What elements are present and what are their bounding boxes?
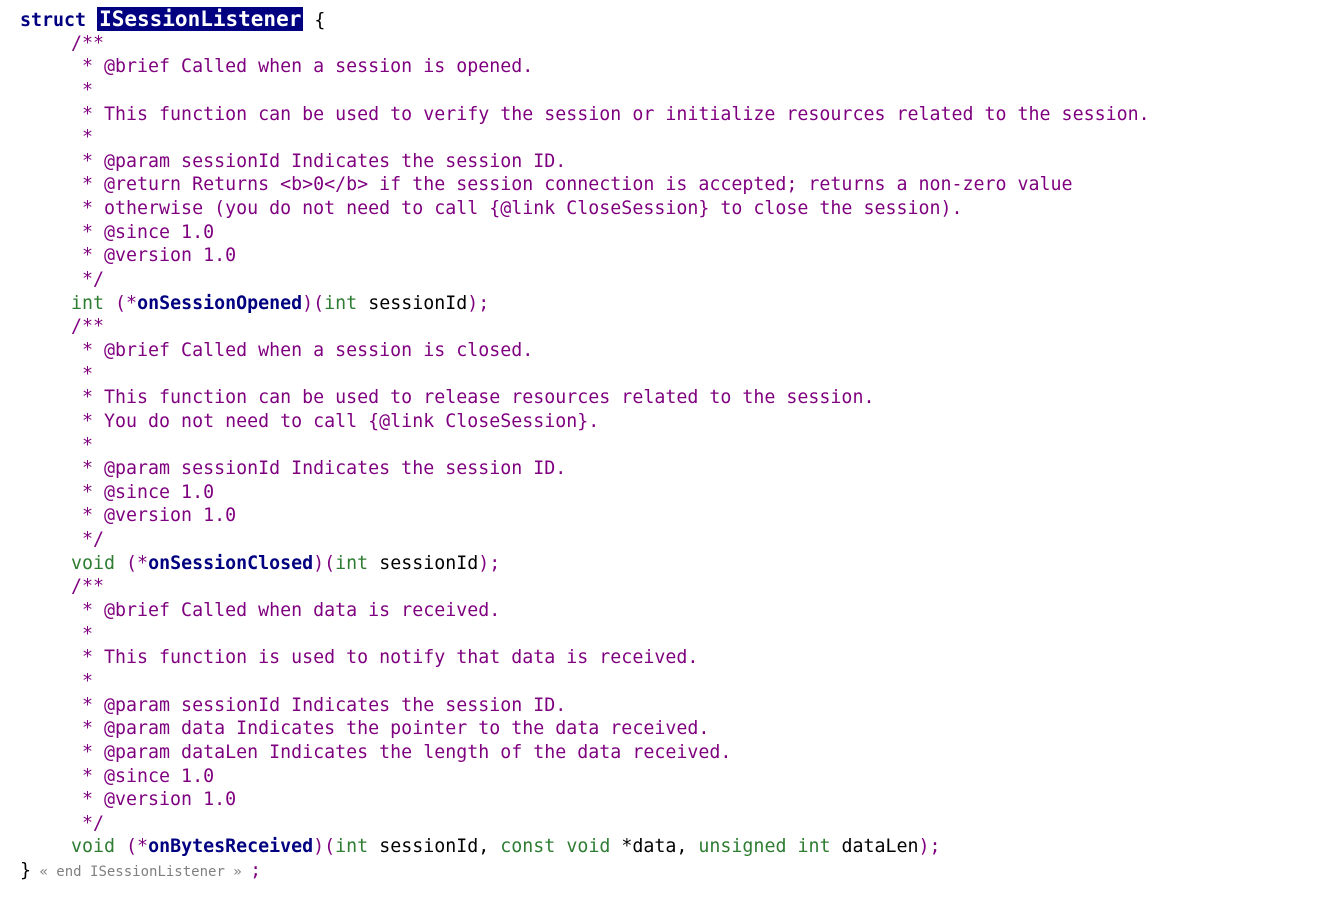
struct-keyword: struct [20,10,87,31]
comment-line: * @brief Called when a session is closed… [71,339,534,361]
comment-line: * @param sessionId Indicates the session… [71,150,567,172]
comment-line: /** [71,32,105,54]
struct-footer: } « end ISessionListener » ; [20,859,1340,883]
comment-line: * @param dataLen Indicates the length of… [71,741,732,763]
comment-line: * This function can be used to verify th… [71,103,1150,125]
close-brace: } [20,860,32,882]
comment-line: * @brief Called when a session is opened… [71,56,534,78]
function-name[interactable]: onBytesReceived [148,836,313,857]
comment-line: */ [71,269,105,291]
comment-line: * @version 1.0 [71,245,237,267]
struct-header: struct ISessionListener { [20,7,1340,32]
comment-line: */ [71,529,105,551]
comment-line: * @since 1.0 [71,221,215,243]
comment-line: * [71,434,94,456]
comment-line: * @version 1.0 [71,505,237,527]
comment-line: * @brief Called when data is received. [71,600,501,622]
comment-line: * [71,127,94,149]
comment-line: * otherwise (you do not need to call {@l… [71,198,963,220]
comment-line: * [71,79,94,101]
comment-line: * @param data Indicates the pointer to t… [71,718,710,740]
comment-line: * This function can be used to release r… [71,387,875,409]
comment-line: * @since 1.0 [71,481,215,503]
comment-line: * [71,670,94,692]
declaration-onSessionClosed: void (*onSessionClosed)(int sessionId); [71,552,501,574]
comment-line: * @since 1.0 [71,765,215,787]
comment-line: * @param sessionId Indicates the session… [71,694,567,716]
comment-line: * @version 1.0 [71,789,237,811]
comment-line: */ [71,812,105,834]
declaration-onSessionOpened: int (*onSessionOpened)(int sessionId); [71,292,490,314]
comment-line: /** [71,316,105,338]
end-struct-marker[interactable]: « end ISessionListener » [31,864,250,880]
code-editor: struct ISessionListener { /** * @brief C… [20,7,1340,883]
comment-line: /** [71,576,105,598]
function-name[interactable]: onSessionOpened [137,293,302,314]
comment-line: * @param sessionId Indicates the session… [71,458,567,480]
open-brace: { [303,10,326,31]
comment-line: * You do not need to call {@link CloseSe… [71,410,600,432]
comment-line: * @return Returns <b>0</b> if the sessio… [71,174,1073,196]
comment-line: * This function is used to notify that d… [71,647,699,669]
declaration-onBytesReceived: void (*onBytesReceived)(int sessionId, c… [71,836,941,858]
function-name[interactable]: onSessionClosed [148,553,313,574]
comment-line: * [71,623,94,645]
selected-struct-name[interactable]: ISessionListener [97,7,304,31]
comment-line: * [71,363,94,385]
semicolon: ; [250,860,262,882]
